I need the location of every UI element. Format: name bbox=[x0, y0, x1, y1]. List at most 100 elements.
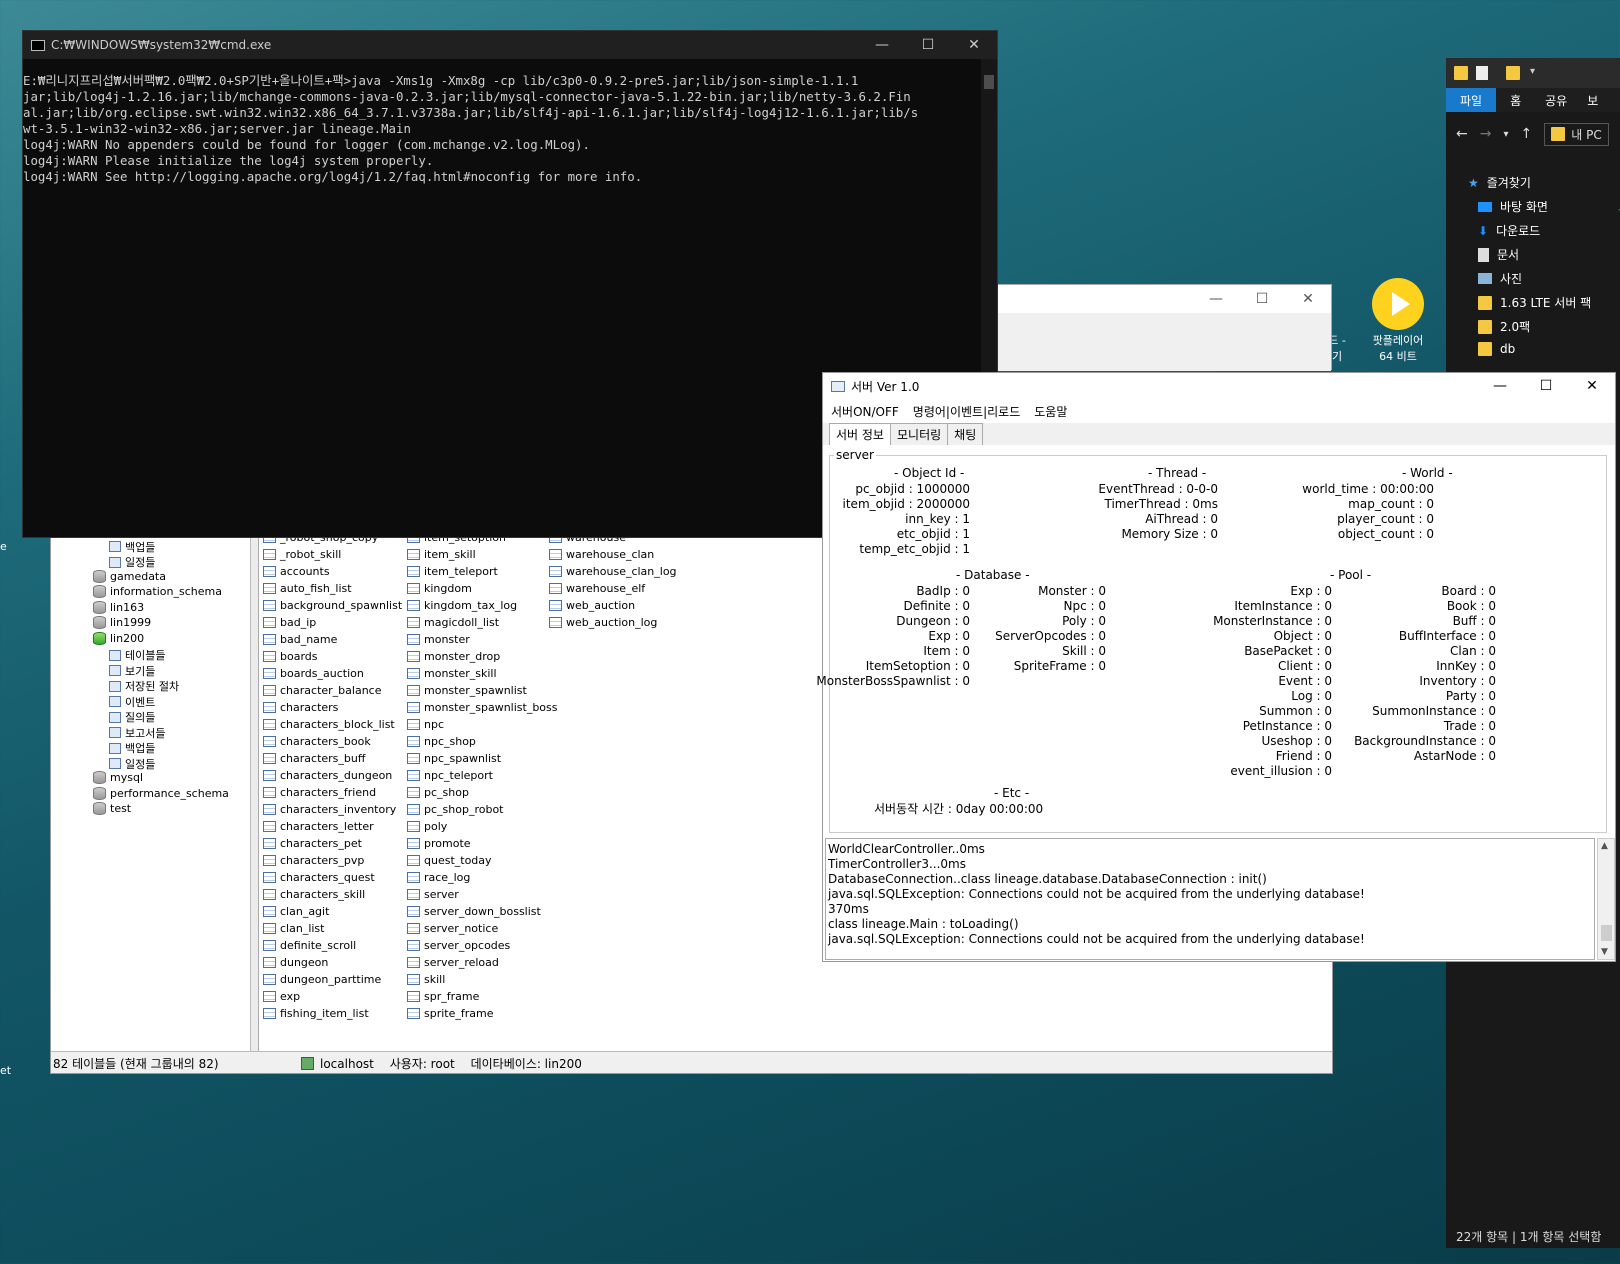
background-window[interactable]: — ☐ ✕ bbox=[980, 284, 1332, 371]
table-item[interactable]: _robot_skill bbox=[263, 546, 402, 563]
tab-server-info[interactable]: 서버 정보 bbox=[829, 423, 891, 445]
table-item[interactable]: characters_quest bbox=[263, 869, 402, 886]
close-icon[interactable]: ✕ bbox=[1285, 291, 1331, 307]
table-item[interactable]: characters bbox=[263, 699, 402, 716]
ribbon-tab-share[interactable]: 공유 bbox=[1535, 88, 1577, 112]
maximize-icon[interactable]: ☐ bbox=[1523, 378, 1569, 394]
table-item[interactable]: pc_shop bbox=[407, 784, 558, 801]
tab-monitoring[interactable]: 모니터링 bbox=[889, 423, 949, 445]
tree-node[interactable]: 이벤트 bbox=[109, 694, 155, 710]
table-item[interactable]: monster bbox=[407, 631, 558, 648]
tree-node[interactable]: 백업들 bbox=[109, 539, 155, 555]
tree-node[interactable]: lin1999 bbox=[93, 616, 151, 629]
table-item[interactable]: background_spawnlist bbox=[263, 597, 402, 614]
table-item[interactable]: monster_drop bbox=[407, 648, 558, 665]
table-item[interactable]: npc_teleport bbox=[407, 767, 558, 784]
log-scrollbar[interactable]: ▲ ▼ bbox=[1597, 838, 1615, 960]
tree-node[interactable]: 백업들 bbox=[109, 740, 155, 756]
table-item[interactable]: fishing_item_list bbox=[263, 1005, 402, 1022]
menu-help[interactable]: 도움말 bbox=[1034, 403, 1067, 420]
back-arrow-icon[interactable]: ← bbox=[1456, 126, 1468, 142]
tree-node[interactable]: performance_schema bbox=[93, 786, 229, 800]
table-item[interactable]: characters_inventory bbox=[263, 801, 402, 818]
tree-node[interactable]: lin163 bbox=[93, 600, 144, 614]
splitter[interactable] bbox=[251, 481, 259, 1053]
scroll-down-icon[interactable]: ▼ bbox=[1601, 947, 1608, 957]
ribbon-tab-file[interactable]: 파일 bbox=[1446, 88, 1497, 112]
tree-node[interactable]: 저장된 절차 bbox=[109, 678, 179, 694]
table-item[interactable]: poly bbox=[407, 818, 558, 835]
table-item[interactable]: magicdoll_list bbox=[407, 614, 558, 631]
table-item[interactable]: characters_dungeon bbox=[263, 767, 402, 784]
table-item[interactable]: promote bbox=[407, 835, 558, 852]
nav-item-documents[interactable]: 문서 bbox=[1478, 246, 1519, 263]
table-item[interactable]: npc_shop bbox=[407, 733, 558, 750]
properties-icon[interactable] bbox=[1476, 66, 1488, 80]
tree-node[interactable]: 일정들 bbox=[109, 554, 155, 570]
nav-item-favorites[interactable]: ★ 즐겨찾기 bbox=[1468, 174, 1531, 191]
table-item[interactable]: bad_name bbox=[263, 631, 402, 648]
nav-item-folder[interactable]: 2.0팩 bbox=[1478, 318, 1530, 335]
table-item[interactable]: characters_buff bbox=[263, 750, 402, 767]
maximize-icon[interactable]: ☐ bbox=[905, 37, 951, 53]
nav-item-downloads[interactable]: ⬇ 다운로드 bbox=[1478, 222, 1540, 239]
chevron-down-icon[interactable]: ▾ bbox=[1530, 66, 1535, 77]
table-item[interactable]: exp bbox=[263, 988, 402, 1005]
table-item[interactable]: characters_pvp bbox=[263, 852, 402, 869]
table-item[interactable]: server_opcodes bbox=[407, 937, 558, 954]
console-output[interactable]: E:₩리니지프리섭₩서버팩₩2.0팩₩2.0+SP기반+올나이트+팩>java … bbox=[23, 59, 997, 185]
tree-node[interactable]: information_schema bbox=[93, 585, 222, 598]
table-item[interactable]: warehouse_elf bbox=[549, 580, 677, 597]
address-bar[interactable]: 내 PC bbox=[1544, 122, 1609, 146]
table-item[interactable]: clan_agit bbox=[263, 903, 402, 920]
table-item[interactable]: item_teleport bbox=[407, 563, 558, 580]
table-item[interactable]: clan_list bbox=[263, 920, 402, 937]
tree-node[interactable]: gamedata bbox=[93, 569, 166, 583]
table-item[interactable]: accounts bbox=[263, 563, 402, 580]
table-item[interactable]: characters_skill bbox=[263, 886, 402, 903]
tree-node[interactable]: 보기들 bbox=[109, 663, 155, 679]
scroll-up-icon[interactable]: ▲ bbox=[1601, 841, 1608, 851]
up-arrow-icon[interactable]: ↑ bbox=[1521, 126, 1533, 142]
table-item[interactable]: quest_today bbox=[407, 852, 558, 869]
scrollbar-thumb[interactable] bbox=[1601, 925, 1612, 941]
table-item[interactable]: dungeon_parttime bbox=[263, 971, 402, 988]
nav-item-desktop[interactable]: 바탕 화면📌 bbox=[1478, 198, 1620, 215]
ribbon-tab-view[interactable]: 보 bbox=[1577, 88, 1608, 112]
table-item[interactable]: kingdom bbox=[407, 580, 558, 597]
tab-chat[interactable]: 채팅 bbox=[947, 423, 984, 445]
tree-node[interactable]: test bbox=[93, 802, 131, 815]
minimize-icon[interactable]: — bbox=[1477, 378, 1523, 394]
table-item[interactable]: spr_frame bbox=[407, 988, 558, 1005]
potplayer-icon[interactable] bbox=[1372, 278, 1424, 330]
table-item[interactable]: server_notice bbox=[407, 920, 558, 937]
table-item[interactable]: warehouse_clan_log bbox=[549, 563, 677, 580]
table-item[interactable]: auto_fish_list bbox=[263, 580, 402, 597]
tree-node[interactable]: lin200 bbox=[93, 631, 144, 645]
minimize-icon[interactable]: — bbox=[859, 37, 905, 53]
server-log[interactable]: WorldClearController..0ms TimerController… bbox=[825, 838, 1595, 960]
table-item[interactable]: dungeon bbox=[263, 954, 402, 971]
tree-node[interactable]: 테이블들 bbox=[109, 647, 165, 663]
tree-node[interactable]: 일정들 bbox=[109, 756, 155, 772]
table-item[interactable]: web_auction_log bbox=[549, 614, 677, 631]
table-item[interactable]: monster_skill bbox=[407, 665, 558, 682]
table-item[interactable]: pc_shop_robot bbox=[407, 801, 558, 818]
maximize-icon[interactable]: ☐ bbox=[1239, 291, 1285, 307]
table-item[interactable]: race_log bbox=[407, 869, 558, 886]
table-item[interactable]: characters_friend bbox=[263, 784, 402, 801]
table-item[interactable]: web_auction bbox=[549, 597, 677, 614]
scrollbar-thumb[interactable] bbox=[984, 75, 994, 89]
table-item[interactable]: definite_scroll bbox=[263, 937, 402, 954]
table-item[interactable]: characters_pet bbox=[263, 835, 402, 852]
close-icon[interactable]: ✕ bbox=[951, 37, 997, 53]
table-item[interactable]: npc bbox=[407, 716, 558, 733]
ribbon-tab-home[interactable]: 홈 bbox=[1496, 88, 1535, 112]
new-folder-icon[interactable] bbox=[1506, 66, 1520, 80]
table-item[interactable]: npc_spawnlist bbox=[407, 750, 558, 767]
tree-node[interactable]: mysql bbox=[93, 771, 143, 784]
table-item[interactable]: warehouse_clan bbox=[549, 546, 677, 563]
minimize-icon[interactable]: — bbox=[1193, 291, 1239, 307]
desktop-icon-label[interactable]: 팟플레이어 64 비트 bbox=[1362, 332, 1434, 364]
table-item[interactable]: character_balance bbox=[263, 682, 402, 699]
